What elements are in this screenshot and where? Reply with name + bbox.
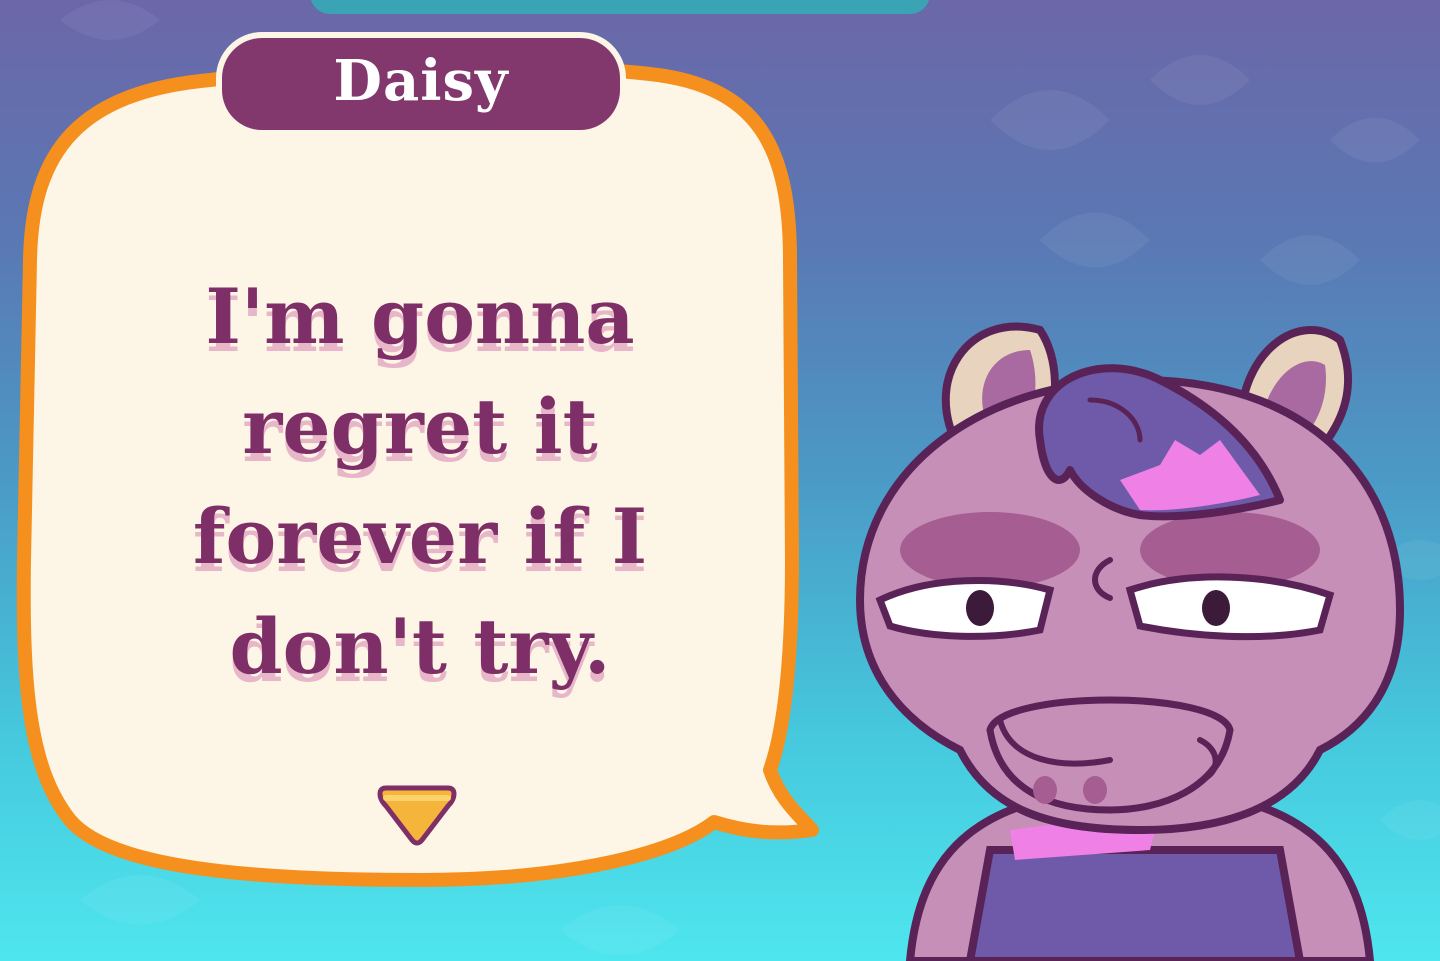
speaker-name-tag: Daisy <box>222 38 620 130</box>
chevron-down-icon[interactable] <box>376 784 458 850</box>
game-scene: Daisy I'm gonna regret it forever if I d… <box>0 0 1440 961</box>
dialogue-text: I'm gonna regret it forever if I don't t… <box>192 272 648 691</box>
character-portrait-daisy <box>855 322 1405 961</box>
speaker-name: Daisy <box>333 48 509 114</box>
